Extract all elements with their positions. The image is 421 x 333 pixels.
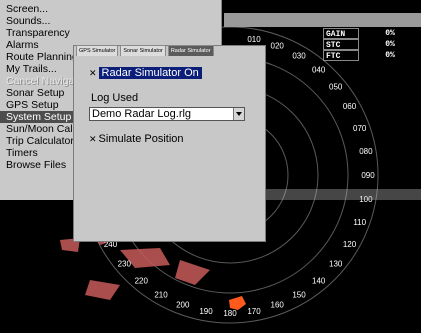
ftc-readout: FTC 0% (323, 50, 421, 61)
bearing-label: 030 (292, 52, 306, 61)
gain-label: GAIN (323, 28, 359, 39)
bearing-label: 210 (154, 291, 168, 300)
log-used-label: Log Used (91, 92, 139, 104)
bearing-label: 040 (312, 65, 326, 74)
bearing-label: 190 (199, 307, 213, 316)
bearing-label: 050 (329, 82, 343, 91)
tab-gps-simulator[interactable]: GPS Simulator (76, 45, 119, 56)
bearing-label: 130 (329, 260, 343, 269)
bearing-label: 180 (223, 309, 237, 318)
simulate-position-checkbox[interactable]: ✕ Simulate Position (89, 133, 184, 145)
radar-simulator-on-label: Radar Simulator On (98, 67, 202, 79)
bearing-label: 020 (271, 41, 285, 50)
menu-item-sounds[interactable]: Sounds... (0, 15, 221, 27)
gain-value: 0% (385, 29, 395, 38)
bearing-label: 230 (118, 260, 132, 269)
bearing-label: 220 (135, 277, 149, 286)
stc-label: STC (323, 39, 359, 50)
checkbox-checked-icon: ✕ (89, 133, 97, 144)
bearing-label: 140 (312, 277, 326, 286)
bearing-label: 100 (359, 195, 373, 204)
bearing-label: 060 (343, 102, 357, 111)
bearing-label: 090 (361, 171, 375, 180)
bearing-label: 120 (343, 240, 357, 249)
menu-item-transparency[interactable]: Transparency (0, 27, 221, 39)
simulator-tabs: GPS Simulator Sonar Simulator Radar Simu… (76, 45, 214, 56)
bearing-label: 200 (176, 301, 190, 310)
log-file-select[interactable]: Demo Radar Log.rlg (89, 107, 245, 121)
bearing-label: 160 (271, 301, 285, 310)
menu-item-screen[interactable]: Screen... (0, 3, 221, 15)
radar-readouts: GAIN 0% STC 0% FTC 0% (323, 28, 421, 61)
ftc-value: 0% (385, 51, 395, 60)
tab-radar-simulator[interactable]: Radar Simulator (167, 45, 214, 56)
simulate-position-label: Simulate Position (98, 133, 184, 145)
tab-sonar-simulator[interactable]: Sonar Simulator (120, 45, 166, 56)
radar-header-strip (224, 13, 421, 27)
bearing-label: 170 (247, 307, 261, 316)
gain-readout: GAIN 0% (323, 28, 421, 39)
stc-value: 0% (385, 40, 395, 49)
bearing-label: 070 (353, 124, 367, 133)
stc-readout: STC 0% (323, 39, 421, 50)
checkbox-checked-icon: ✕ (89, 67, 97, 78)
dropdown-arrow-icon[interactable] (233, 108, 244, 120)
bearing-label: 110 (353, 218, 366, 227)
radar-simulator-on-checkbox[interactable]: ✕ Radar Simulator On (89, 67, 202, 79)
bearing-label: 080 (359, 147, 373, 156)
log-file-value: Demo Radar Log.rlg (92, 108, 192, 120)
bearing-label: 150 (292, 291, 306, 300)
bearing-label: 010 (247, 35, 261, 44)
ftc-label: FTC (323, 50, 359, 61)
